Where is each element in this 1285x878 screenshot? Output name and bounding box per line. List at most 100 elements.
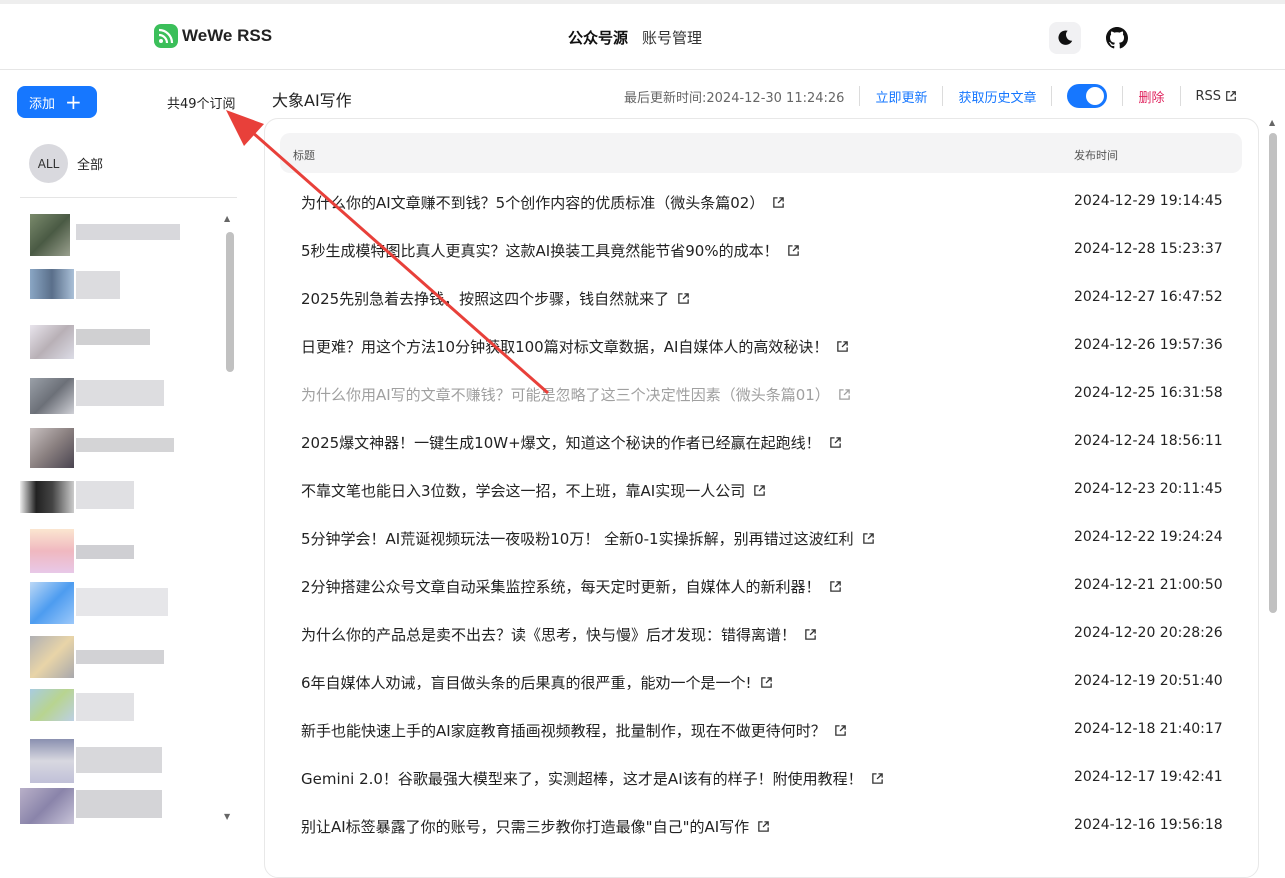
sidebar-item-blurred[interactable]: [20, 418, 220, 471]
fetch-history-link[interactable]: 获取历史文章: [958, 87, 1036, 106]
article-title: 不靠文笔也能日入3位数，学会这一招，不上班，靠AI实现一人公司: [301, 482, 746, 500]
sidebar-item-blurred[interactable]: [20, 366, 220, 419]
sidebar-item-all[interactable]: ALL 全部: [29, 144, 103, 183]
article-title-link[interactable]: 日更难？用这个方法10分钟获取100篇对标文章数据，AI自媒体人的高效秘诀！: [301, 336, 849, 357]
sidebar-item-blurred[interactable]: [20, 628, 220, 681]
article-title: 为什么你的产品总是卖不出去？读《思考，快与慢》后才发现：错得离谱！: [301, 626, 797, 644]
table-row[interactable]: 5分钟学会！AI荒诞视频玩法一夜吸粉10万！ 全新0-1实操拆解，别再错过这波红…: [280, 514, 1242, 562]
external-link-icon[interactable]: [772, 196, 785, 209]
blurred-name: [76, 789, 162, 818]
article-title-link[interactable]: 为什么你的AI文章赚不到钱？5个创作内容的优质标准（微头条篇02）: [301, 192, 785, 213]
main-scroll-up[interactable]: ▲: [1269, 118, 1275, 127]
add-subscription-button[interactable]: 添加 +: [17, 86, 97, 118]
external-link-icon[interactable]: [834, 724, 847, 737]
article-publish-time: 2024-12-22 19:24:24: [1074, 529, 1223, 545]
moon-icon: [1058, 30, 1073, 45]
table-row[interactable]: 新手也能快速上手的AI家庭教育插画视频教程，批量制作，现在不做更待何时？ 2024…: [280, 706, 1242, 754]
external-link-icon[interactable]: [760, 676, 773, 689]
article-title-link[interactable]: 新手也能快速上手的AI家庭教育插画视频教程，批量制作，现在不做更待何时？: [301, 720, 847, 741]
table-row[interactable]: Gemini 2.0！谷歌最强大模型来了，实测超棒，这才是AI该有的样子！附使用…: [280, 754, 1242, 802]
article-title-link[interactable]: 5分钟学会！AI荒诞视频玩法一夜吸粉10万！ 全新0-1实操拆解，别再错过这波红…: [301, 528, 875, 549]
article-title-link[interactable]: 2025爆文神器！一键生成10W+爆文，知道这个秘诀的作者已经赢在起跑线！: [301, 432, 842, 453]
table-row[interactable]: 为什么你的产品总是卖不出去？读《思考，快与慢》后才发现：错得离谱！ 2024-12…: [280, 610, 1242, 658]
column-header-time[interactable]: 发布时间: [1074, 147, 1118, 163]
external-link-icon[interactable]: [836, 340, 849, 353]
table-header: 标题 发布时间: [280, 133, 1242, 173]
external-link-icon[interactable]: [829, 580, 842, 593]
sidebar-item-blurred[interactable]: [20, 261, 220, 314]
table-row[interactable]: 6年自媒体人劝诫，盲目做头条的后果真的很严重，能劝一个是一个! 2024-12-1…: [280, 658, 1242, 706]
table-row[interactable]: 2分钟搭建公众号文章自动采集监控系统，每天定时更新，自媒体人的新利器！ 2024-…: [280, 562, 1242, 610]
external-link-icon[interactable]: [838, 388, 851, 401]
table-row[interactable]: 为什么你的AI文章赚不到钱？5个创作内容的优质标准（微头条篇02） 2024-12…: [280, 178, 1242, 226]
blurred-name: [76, 747, 162, 773]
blurred-name: [76, 650, 164, 664]
table-row[interactable]: 2025爆文神器！一键生成10W+爆文，知道这个秘诀的作者已经赢在起跑线！ 202…: [280, 418, 1242, 466]
delete-feed-link[interactable]: 删除: [1138, 87, 1164, 106]
app-header: WeWe RSS 公众号源 账号管理: [0, 4, 1285, 70]
blurred-avatar: [30, 529, 74, 573]
article-title: 别让AI标签暴露了你的账号，只需三步教你打造最像"自己"的AI写作: [301, 818, 750, 836]
table-row[interactable]: 2025先别急着去挣钱，按照这四个步骤，钱自然就来了 2024-12-27 16:…: [280, 274, 1242, 322]
article-title-link[interactable]: 为什么你用AI写的文章不赚钱？可能是忽略了这三个决定性因素（微头条篇01）: [301, 384, 851, 405]
external-link-icon[interactable]: [757, 820, 770, 833]
article-title-link[interactable]: Gemini 2.0！谷歌最强大模型来了，实测超棒，这才是AI该有的样子！附使用…: [301, 768, 884, 789]
article-title-link[interactable]: 别让AI标签暴露了你的账号，只需三步教你打造最像"自己"的AI写作: [301, 816, 770, 837]
subscription-count: 共49个订阅: [167, 97, 236, 112]
subscription-list: [20, 208, 220, 828]
external-link-icon[interactable]: [753, 484, 766, 497]
sidebar-item-blurred[interactable]: [20, 313, 220, 366]
rss-link[interactable]: RSS: [1196, 89, 1238, 104]
article-title-link[interactable]: 为什么你的产品总是卖不出去？读《思考，快与慢》后才发现：错得离谱！: [301, 624, 817, 645]
theme-toggle-button[interactable]: [1049, 22, 1081, 54]
sidebar-scroll-down[interactable]: ▼: [224, 812, 230, 821]
table-row[interactable]: 日更难？用这个方法10分钟获取100篇对标文章数据，AI自媒体人的高效秘诀！ 20…: [280, 322, 1242, 370]
article-title-link[interactable]: 2分钟搭建公众号文章自动采集监控系统，每天定时更新，自媒体人的新利器！: [301, 576, 842, 597]
article-publish-time: 2024-12-16 19:56:18: [1074, 817, 1223, 833]
external-link-icon[interactable]: [804, 628, 817, 641]
article-title-link[interactable]: 2025先别急着去挣钱，按照这四个步骤，钱自然就来了: [301, 288, 690, 309]
sidebar-item-blurred[interactable]: [20, 733, 220, 786]
sidebar-item-blurred[interactable]: [20, 681, 220, 734]
github-icon: [1106, 27, 1128, 49]
feed-enabled-toggle[interactable]: [1067, 84, 1108, 108]
article-title: 2025爆文神器！一键生成10W+爆文，知道这个秘诀的作者已经赢在起跑线！: [301, 434, 821, 452]
sidebar-scrollbar[interactable]: [226, 232, 234, 372]
article-title-link[interactable]: 6年自媒体人劝诫，盲目做头条的后果真的很严重，能劝一个是一个!: [301, 672, 773, 693]
table-row[interactable]: 别让AI标签暴露了你的账号，只需三步教你打造最像"自己"的AI写作 2024-12…: [280, 802, 1242, 850]
article-publish-time: 2024-12-21 21:00:50: [1074, 577, 1223, 593]
sidebar-item-blurred[interactable]: [20, 786, 220, 829]
blurred-avatar: [30, 739, 74, 783]
sidebar-item-blurred[interactable]: [20, 523, 220, 576]
sidebar-item-blurred[interactable]: [20, 208, 220, 261]
articles-table-body: 为什么你的AI文章赚不到钱？5个创作内容的优质标准（微头条篇02） 2024-12…: [280, 178, 1242, 850]
article-title-link[interactable]: 5秒生成模特图比真人更真实？这款AI换装工具竟然能节省90%的成本！: [301, 240, 800, 261]
external-link-icon[interactable]: [871, 772, 884, 785]
external-link-icon[interactable]: [677, 292, 690, 305]
app-logo[interactable]: WeWe RSS: [154, 24, 272, 48]
article-title: Gemini 2.0！谷歌最强大模型来了，实测超棒，这才是AI该有的样子！附使用…: [301, 770, 863, 788]
github-link[interactable]: [1101, 22, 1133, 54]
app-name: WeWe RSS: [182, 26, 273, 45]
sidebar-item-blurred[interactable]: [20, 471, 220, 524]
table-row[interactable]: 5秒生成模特图比真人更真实？这款AI换装工具竟然能节省90%的成本！ 2024-1…: [280, 226, 1242, 274]
refresh-now-link[interactable]: 立即更新: [875, 87, 927, 106]
table-row[interactable]: 为什么你用AI写的文章不赚钱？可能是忽略了这三个决定性因素（微头条篇01） 202…: [280, 370, 1242, 418]
article-publish-time: 2024-12-26 19:57:36: [1074, 337, 1223, 353]
add-button-label: 添加: [29, 96, 56, 112]
article-title: 5秒生成模特图比真人更真实？这款AI换装工具竟然能节省90%的成本！: [301, 242, 779, 260]
sidebar-scroll-up[interactable]: ▲: [224, 214, 230, 223]
external-link-icon[interactable]: [829, 436, 842, 449]
tab-feeds[interactable]: 公众号源: [568, 27, 628, 48]
blurred-avatar: [30, 428, 74, 468]
feed-toolbar: 最后更新时间:2024-12-30 11:24:26 立即更新 获取历史文章 删…: [624, 84, 1238, 108]
article-title-link[interactable]: 不靠文笔也能日入3位数，学会这一招，不上班，靠AI实现一人公司: [301, 480, 766, 501]
external-link-icon[interactable]: [862, 532, 875, 545]
sidebar-item-blurred[interactable]: [20, 576, 220, 629]
blurred-name: [76, 480, 134, 509]
column-header-title[interactable]: 标题: [293, 147, 315, 163]
main-scrollbar[interactable]: [1269, 133, 1277, 613]
table-row[interactable]: 不靠文笔也能日入3位数，学会这一招，不上班，靠AI实现一人公司 2024-12-2…: [280, 466, 1242, 514]
tab-accounts[interactable]: 账号管理: [642, 27, 702, 48]
external-link-icon[interactable]: [787, 244, 800, 257]
